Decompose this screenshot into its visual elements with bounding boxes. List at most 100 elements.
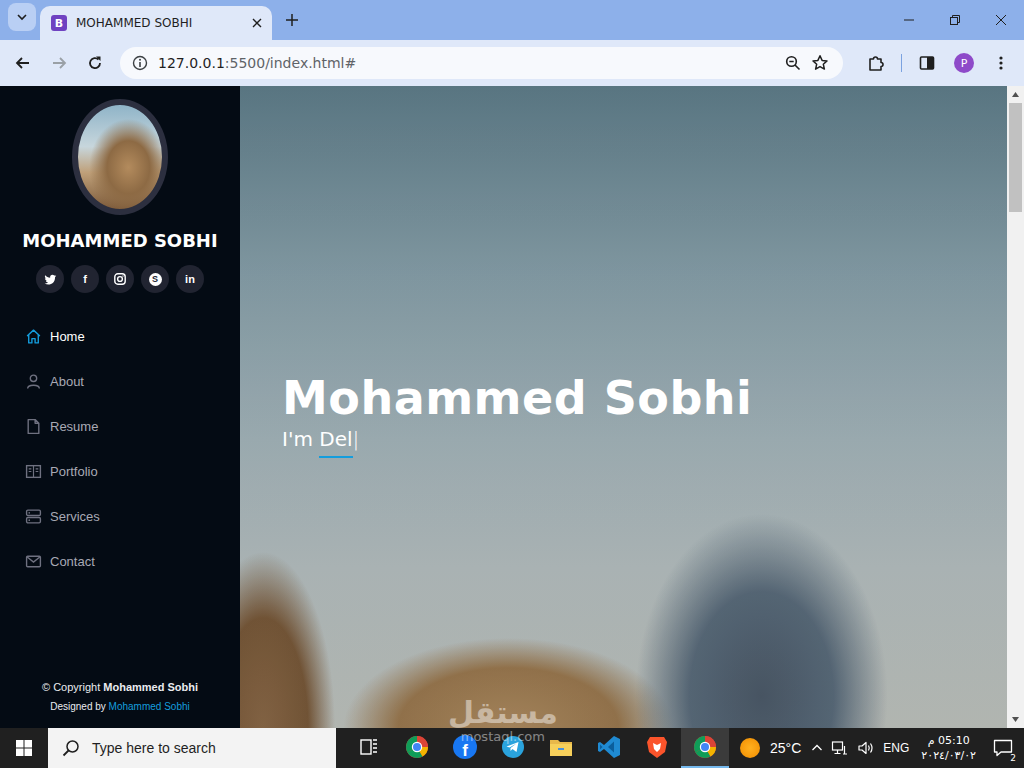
book-icon: [25, 463, 42, 480]
sidebar-item[interactable]: About: [0, 359, 240, 404]
close-icon[interactable]: [252, 18, 262, 28]
taskbar-search[interactable]: Type here to search: [48, 728, 336, 768]
facebook-icon: f: [453, 735, 477, 759]
instagram-link[interactable]: [106, 265, 134, 293]
twitter-link[interactable]: [36, 265, 64, 293]
taskbar-apps: f: [345, 728, 729, 768]
file-icon: [25, 418, 42, 435]
web-page: MOHAMMED SOBHI f Sin Home About Resume Portfol…: [0, 86, 1024, 728]
sidebar-item[interactable]: Home: [0, 314, 240, 359]
typed-text: Del: [319, 428, 352, 458]
browser-tab[interactable]: BMOHAMMED SOBHI: [40, 6, 272, 40]
sidebar-item[interactable]: Resume: [0, 404, 240, 449]
sidebar-nav: Home About Resume Portfolio Services Contact: [0, 314, 240, 584]
network-icon[interactable]: [831, 740, 849, 756]
designer-link[interactable]: Mohammed Sobhi: [109, 701, 190, 712]
watermark-arabic: مستقل: [448, 696, 558, 730]
side-panel-button[interactable]: [910, 46, 944, 80]
chrome-taskbar-button[interactable]: [681, 728, 729, 768]
reload-button[interactable]: [78, 46, 112, 80]
site-info-icon[interactable]: [132, 55, 148, 71]
server-icon: [25, 508, 42, 525]
chrome-icon: [405, 735, 429, 759]
chevron-up-icon[interactable]: [811, 742, 823, 754]
profile-avatar[interactable]: P: [954, 53, 974, 73]
minimize-icon: [904, 15, 914, 25]
temperature: 25°C: [770, 740, 801, 756]
facebook-icon: f: [83, 274, 87, 285]
system-tray: ENG 05:10 م٢٠٢٤/٠٣/٠٢ 2: [811, 728, 1024, 768]
site-name[interactable]: MOHAMMED SOBHI: [22, 229, 217, 253]
skype-link[interactable]: S: [141, 265, 169, 293]
search-icon: [62, 739, 80, 757]
chevron-down-icon: [16, 11, 28, 23]
sidebar-item-label: Resume: [50, 419, 98, 434]
input-language[interactable]: ENG: [883, 741, 909, 755]
weather-widget[interactable]: 25°C: [730, 728, 811, 768]
hero-section: Mohammed SobhiI'm Del|: [240, 86, 1007, 728]
browser-toolbar: 127.0.0.1:5500/index.html# P: [0, 40, 1024, 86]
brave-taskbar-button[interactable]: [633, 728, 681, 768]
house-icon: [25, 328, 42, 345]
linkedin-icon: in: [185, 274, 195, 285]
tab-title: MOHAMMED SOBHI: [76, 16, 243, 30]
hero-text: Mohammed SobhiI'm Del|: [240, 356, 752, 458]
more-vertical-icon: [993, 55, 1009, 71]
twitter-icon: [44, 273, 57, 286]
facebook-taskbar-button[interactable]: f: [441, 728, 489, 768]
address-bar[interactable]: 127.0.0.1:5500/index.html#: [120, 47, 843, 79]
volume-icon[interactable]: [857, 740, 875, 756]
sidebar-item-label: Portfolio: [50, 464, 98, 479]
folder-icon: [549, 736, 573, 758]
facebook-link[interactable]: f: [71, 265, 99, 293]
scrollbar[interactable]: [1007, 86, 1024, 728]
tab-strip: BMOHAMMED SOBHI: [0, 0, 1024, 40]
vscode-taskbar-button[interactable]: [585, 728, 633, 768]
sidebar-item[interactable]: Contact: [0, 539, 240, 584]
sidebar-item[interactable]: Services: [0, 494, 240, 539]
hero-title: Mohammed Sobhi: [282, 370, 752, 426]
bookmark-star-icon[interactable]: [811, 54, 829, 72]
explorer-taskbar-button[interactable]: [537, 728, 585, 768]
sidebar-footer: © Copyright Mohammed SobhiDesigned by Mo…: [42, 678, 198, 728]
task-view-icon: [359, 737, 379, 757]
hero-subtitle: I'm Del|: [282, 426, 752, 458]
menu-button[interactable]: [984, 46, 1018, 80]
telegram-taskbar-button[interactable]: [489, 728, 537, 768]
new-tab-button[interactable]: [278, 6, 306, 34]
scroll-thumb[interactable]: [1009, 103, 1022, 212]
address-text[interactable]: 127.0.0.1:5500/index.html#: [158, 55, 356, 71]
zoom-icon[interactable]: [785, 55, 801, 71]
envelope-icon: [25, 553, 42, 570]
extensions-button[interactable]: [859, 46, 893, 80]
plus-icon: [286, 14, 298, 26]
task-view-taskbar-button[interactable]: [345, 728, 393, 768]
sidebar-item-label: Services: [50, 509, 100, 524]
windows-logo-icon: [16, 740, 32, 756]
scroll-track[interactable]: [1007, 103, 1024, 711]
minimize-button[interactable]: [886, 0, 932, 40]
restore-button[interactable]: [932, 0, 978, 40]
notification-button[interactable]: 2: [988, 728, 1018, 768]
forward-button[interactable]: [42, 46, 76, 80]
toolbar-divider: [901, 54, 902, 72]
linkedin-link[interactable]: in: [176, 265, 204, 293]
back-button[interactable]: [6, 46, 40, 80]
chrome-taskbar-button[interactable]: [393, 728, 441, 768]
close-icon: [996, 15, 1006, 25]
start-button[interactable]: [0, 728, 48, 768]
watermark: مستقلmostaql.com: [448, 696, 558, 744]
sun-icon: [740, 738, 760, 758]
tab-search-button[interactable]: [8, 3, 36, 31]
scroll-up-button[interactable]: [1007, 86, 1024, 103]
person-icon: [25, 373, 42, 390]
restore-icon: [950, 15, 960, 25]
sidebar-item-label: Home: [50, 329, 85, 344]
skype-icon: S: [149, 273, 162, 286]
search-placeholder: Type here to search: [92, 740, 216, 756]
vscode-icon: [597, 735, 621, 759]
scroll-down-button[interactable]: [1007, 711, 1024, 728]
close-window-button[interactable]: [978, 0, 1024, 40]
sidebar-item[interactable]: Portfolio: [0, 449, 240, 494]
clock[interactable]: 05:10 م٢٠٢٤/٠٣/٠٢: [917, 733, 980, 763]
